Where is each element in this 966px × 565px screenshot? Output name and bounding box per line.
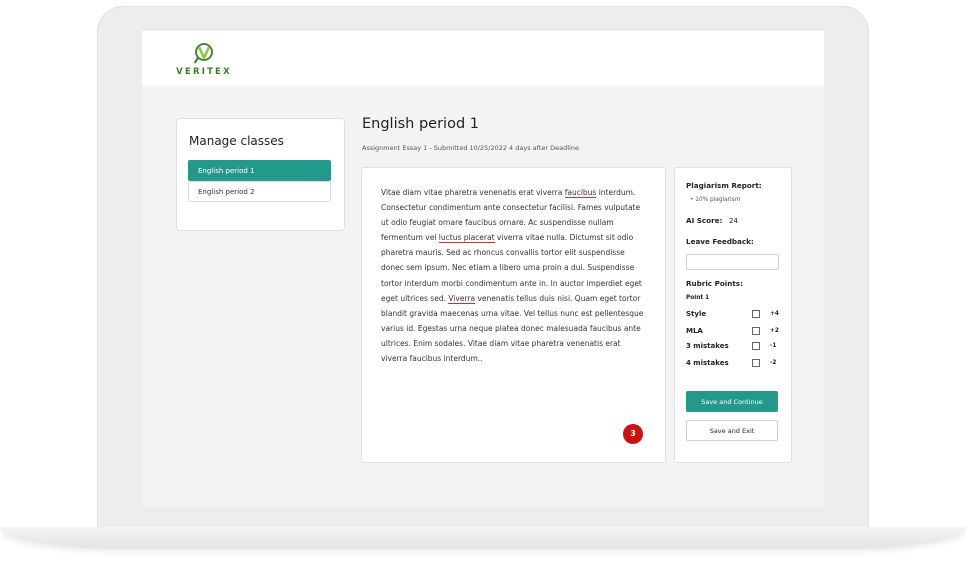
rubric-item-label: 4 mistakes — [686, 359, 729, 367]
plagiarism-report-label: Plagiarism Report: — [686, 181, 762, 190]
rubric-points-label: Rubric Points: — [686, 279, 743, 288]
ai-score-label: AI Score: — [686, 216, 723, 225]
rubric-item-label: Style — [686, 310, 707, 318]
essay-text: Vitae diam vitae pharetra venenatis erat… — [381, 185, 648, 366]
essay-text-part: Vitae diam vitae pharetra venenatis erat… — [381, 188, 565, 197]
highlighted-phrase[interactable]: luctus placerat — [438, 233, 495, 244]
rubric-points: +4 — [770, 311, 779, 317]
class-item-english-period-2[interactable]: English period 2 — [188, 181, 331, 202]
highlight-count-badge[interactable]: 3 — [623, 424, 643, 444]
rubric-checkbox[interactable] — [752, 327, 760, 335]
rubric-checkbox[interactable] — [752, 342, 760, 350]
manage-classes-card: Manage classes English period 1 English … — [176, 118, 345, 231]
essay-card: Vitae diam vitae pharetra venenatis erat… — [361, 167, 666, 463]
class-item-english-period-1[interactable]: English period 1 — [188, 160, 331, 181]
rubric-points: +2 — [770, 328, 779, 334]
grading-panel: Plagiarism Report: • 10% plagiarism AI S… — [674, 167, 792, 463]
rubric-checkbox[interactable] — [752, 359, 760, 367]
rubric-item-label: MLA — [686, 327, 703, 335]
logo-mark-icon — [194, 43, 213, 64]
assignment-subtitle: Assignment Essay 1 - Submitted 10/25/202… — [362, 144, 579, 152]
feedback-input[interactable] — [686, 254, 779, 270]
rubric-row-3-mistakes: 3 mistakes -1 — [686, 341, 781, 353]
essay-text-part: viverra vitae nulla. Dictumst sit odio p… — [381, 233, 642, 303]
rubric-points: -1 — [770, 343, 777, 349]
page-title: English period 1 — [362, 116, 479, 132]
highlighted-phrase[interactable]: faucibus — [564, 188, 597, 198]
save-and-continue-button[interactable]: Save and Continue — [686, 391, 778, 412]
top-bar: VERITEX — [142, 31, 824, 86]
laptop-base — [0, 527, 966, 549]
rubric-section-label: Point 1 — [686, 295, 710, 301]
app-screen: VERITEX Manage classes English period 1 … — [142, 31, 824, 507]
manage-classes-title: Manage classes — [189, 134, 284, 148]
veritex-logo[interactable]: VERITEX — [174, 43, 234, 81]
rubric-points: -2 — [770, 360, 777, 366]
rubric-row-mla: MLA +2 — [686, 326, 781, 338]
ai-score-value: 24 — [729, 217, 738, 225]
rubric-checkbox[interactable] — [752, 310, 760, 318]
save-and-exit-button[interactable]: Save and Exit — [686, 420, 778, 441]
leave-feedback-label: Leave Feedback: — [686, 237, 754, 246]
rubric-item-label: 3 mistakes — [686, 342, 729, 350]
rubric-row-style: Style +4 — [686, 309, 781, 321]
rubric-row-4-mistakes: 4 mistakes -2 — [686, 358, 781, 370]
logo-text: VERITEX — [176, 67, 232, 77]
essay-text-part: venenatis tellus duis nisi. Quam eget to… — [381, 293, 644, 364]
highlighted-phrase[interactable]: Viverra — [448, 293, 476, 304]
plagiarism-value: • 10% plagiarism — [690, 197, 741, 203]
